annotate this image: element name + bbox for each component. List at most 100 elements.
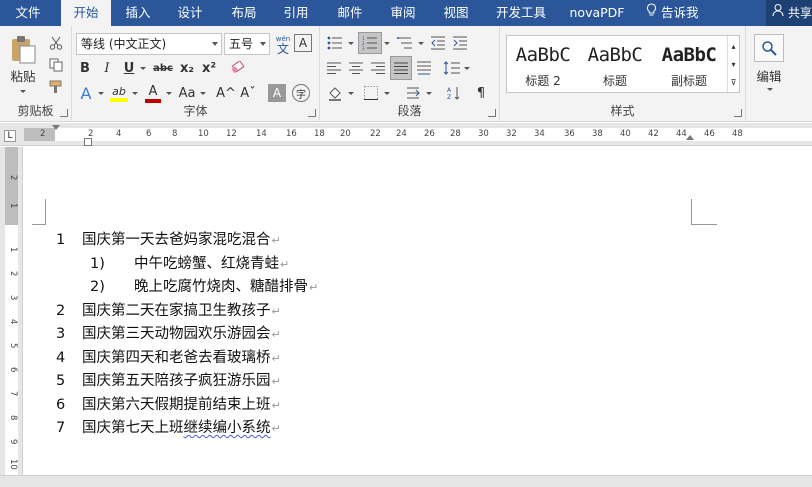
increase-indent-icon[interactable] (450, 34, 470, 52)
chinese-layout-dropdown-icon[interactable] (424, 82, 432, 104)
underline-button[interactable]: U (120, 58, 138, 78)
grow-font-button[interactable]: A^ (216, 82, 236, 104)
tab-selector-icon[interactable]: L (4, 130, 16, 142)
styles-more-icon[interactable]: ⊽ (728, 74, 739, 90)
tab-references[interactable]: 引用 (274, 0, 318, 26)
paste-icon[interactable] (6, 34, 40, 64)
sub-list-item[interactable]: 2) 晚上吃腐竹烧肉、糖醋排骨 ↵ (90, 275, 318, 296)
tab-layout[interactable]: 布局 (222, 0, 266, 26)
tab-review[interactable]: 审阅 (381, 0, 425, 26)
distributed-icon[interactable] (414, 58, 434, 78)
sub-list-item[interactable]: 1) 中午吃螃蟹、红烧青蛙 ↵ (90, 252, 289, 273)
bold-button[interactable]: B (76, 58, 94, 78)
borders-dropdown-icon[interactable] (382, 82, 390, 104)
character-shading-button[interactable]: A (268, 84, 286, 102)
list-item[interactable]: 4 国庆第四天和老爸去看玻璃桥 ↵ (56, 346, 281, 367)
tab-novapdf[interactable]: novaPDF (564, 0, 630, 26)
enclose-characters-button[interactable]: 字 (292, 84, 310, 102)
tab-home[interactable]: 开始 (61, 0, 111, 26)
bullets-dropdown-icon[interactable] (346, 34, 354, 52)
tab-insert[interactable]: 插入 (116, 0, 160, 26)
show-hide-marks-icon[interactable]: ¶ (472, 82, 490, 104)
change-case-dropdown-icon[interactable] (198, 82, 206, 104)
borders-icon[interactable] (360, 82, 382, 104)
paste-dropdown-icon[interactable] (12, 86, 32, 96)
tab-design[interactable]: 设计 (168, 0, 212, 26)
numbering-icon[interactable]: 123 (358, 32, 382, 54)
styles-scroll[interactable]: ▴ ▾ ⊽ (727, 36, 739, 92)
list-item[interactable]: 3 国庆第三天动物园欢乐游园会 ↵ (56, 322, 281, 343)
font-size-dropdown[interactable]: 五号 (224, 33, 270, 55)
ruler-number: 14 (256, 129, 267, 139)
sort-icon[interactable]: AZ (444, 82, 464, 104)
clipboard-launcher-icon[interactable] (60, 109, 68, 117)
line-spacing-icon[interactable] (442, 58, 462, 78)
first-line-indent-marker[interactable] (52, 125, 60, 130)
document-canvas[interactable]: 1 国庆第一天去爸妈家混吃混合 ↵ 1) 中午吃螃蟹、红烧青蛙 ↵ 2) 晚上吃腐竹烧肉、糖醋… (24, 147, 812, 487)
shading-dropdown-icon[interactable] (346, 82, 354, 104)
font-launcher-icon[interactable] (308, 109, 316, 117)
list-text: 国庆第四天和老爸去看玻璃桥 (82, 350, 271, 366)
phonetic-guide-button[interactable]: wén 文 (274, 32, 292, 56)
paste-button[interactable]: 粘贴 (4, 66, 42, 84)
find-icon[interactable] (754, 34, 784, 62)
multilevel-list-icon[interactable] (394, 34, 416, 52)
spellcheck-underlined-text[interactable]: 继续编小系统 (184, 416, 271, 437)
tell-me-box[interactable]: 告诉我 (646, 0, 716, 26)
list-item[interactable]: 2 国庆第二天在家搞卫生教孩子 ↵ (56, 299, 281, 320)
list-item[interactable]: 6 国庆第六天假期提前结束上班 ↵ (56, 393, 281, 414)
highlight-dropdown-icon[interactable] (130, 82, 138, 104)
list-item[interactable]: 1 国庆第一天去爸妈家混吃混合 ↵ (56, 228, 281, 249)
style-heading2[interactable]: AaBbC 标题 2 (507, 36, 579, 92)
vertical-ruler[interactable]: 2 1 1 2 3 4 5 6 7 8 9 10 (0, 147, 23, 487)
style-title[interactable]: AaBbC 标题 (579, 36, 651, 92)
font-color-button[interactable]: A (142, 82, 164, 104)
text-effects-dropdown-icon[interactable] (96, 82, 104, 104)
justify-icon[interactable] (390, 56, 412, 80)
change-case-button[interactable]: Aa (176, 82, 198, 104)
underline-dropdown-icon[interactable] (138, 58, 146, 78)
character-border-button[interactable]: A (294, 34, 312, 52)
text-effects-button[interactable]: A (76, 82, 96, 104)
superscript-button[interactable]: x² (200, 58, 218, 78)
tab-view[interactable]: 视图 (434, 0, 478, 26)
subscript-button[interactable]: x₂ (178, 58, 196, 78)
strikethrough-button[interactable]: abc (151, 58, 175, 78)
decrease-indent-icon[interactable] (428, 34, 448, 52)
paragraph-launcher-icon[interactable] (488, 109, 496, 117)
italic-button[interactable]: I (98, 58, 116, 78)
clear-formatting-icon[interactable] (228, 58, 248, 78)
editing-dropdown-icon[interactable] (760, 84, 778, 94)
line-spacing-dropdown-icon[interactable] (462, 58, 470, 78)
multilevel-dropdown-icon[interactable] (416, 34, 424, 52)
list-item[interactable]: 5 国庆第五天陪孩子疯狂游乐园 ↵ (56, 369, 281, 390)
list-item[interactable]: 7 国庆第七天上班 继续编小系统 ↵ (56, 416, 281, 437)
tab-mailings[interactable]: 邮件 (328, 0, 372, 26)
font-name-dropdown[interactable]: 等线 (中文正文) (76, 33, 222, 55)
format-painter-icon[interactable] (47, 78, 65, 96)
share-button[interactable]: 共享 (766, 0, 812, 26)
bullets-icon[interactable] (324, 34, 346, 52)
hanging-indent-marker[interactable] (84, 138, 92, 146)
shrink-font-button[interactable]: Aˇ (238, 82, 258, 104)
right-indent-marker[interactable] (686, 135, 694, 140)
tab-developer[interactable]: 开发工具 (488, 0, 554, 26)
cut-icon[interactable] (47, 34, 65, 52)
align-left-icon[interactable] (324, 58, 344, 78)
copy-icon[interactable] (47, 56, 65, 74)
numbering-dropdown-icon[interactable] (382, 34, 390, 52)
tab-file[interactable]: 文件 (0, 0, 56, 26)
style-subtitle[interactable]: AaBbC 副标题 (651, 36, 727, 92)
styles-scroll-down-icon[interactable]: ▾ (728, 56, 739, 72)
highlight-button[interactable]: ab (108, 82, 130, 104)
styles-launcher-icon[interactable] (734, 109, 742, 117)
editing-button[interactable]: 编辑 (750, 66, 788, 84)
align-center-icon[interactable] (346, 58, 366, 78)
group-editing: 编辑 (746, 26, 792, 122)
chinese-layout-icon[interactable] (402, 82, 424, 104)
font-color-dropdown-icon[interactable] (164, 82, 172, 104)
styles-scroll-up-icon[interactable]: ▴ (728, 38, 739, 54)
shading-icon[interactable] (324, 82, 346, 104)
align-right-icon[interactable] (368, 58, 388, 78)
horizontal-ruler[interactable]: L 2 2 4 6 8 10 12 14 16 18 20 22 24 26 28 30 32 34 36 38 40 4… (0, 123, 812, 146)
